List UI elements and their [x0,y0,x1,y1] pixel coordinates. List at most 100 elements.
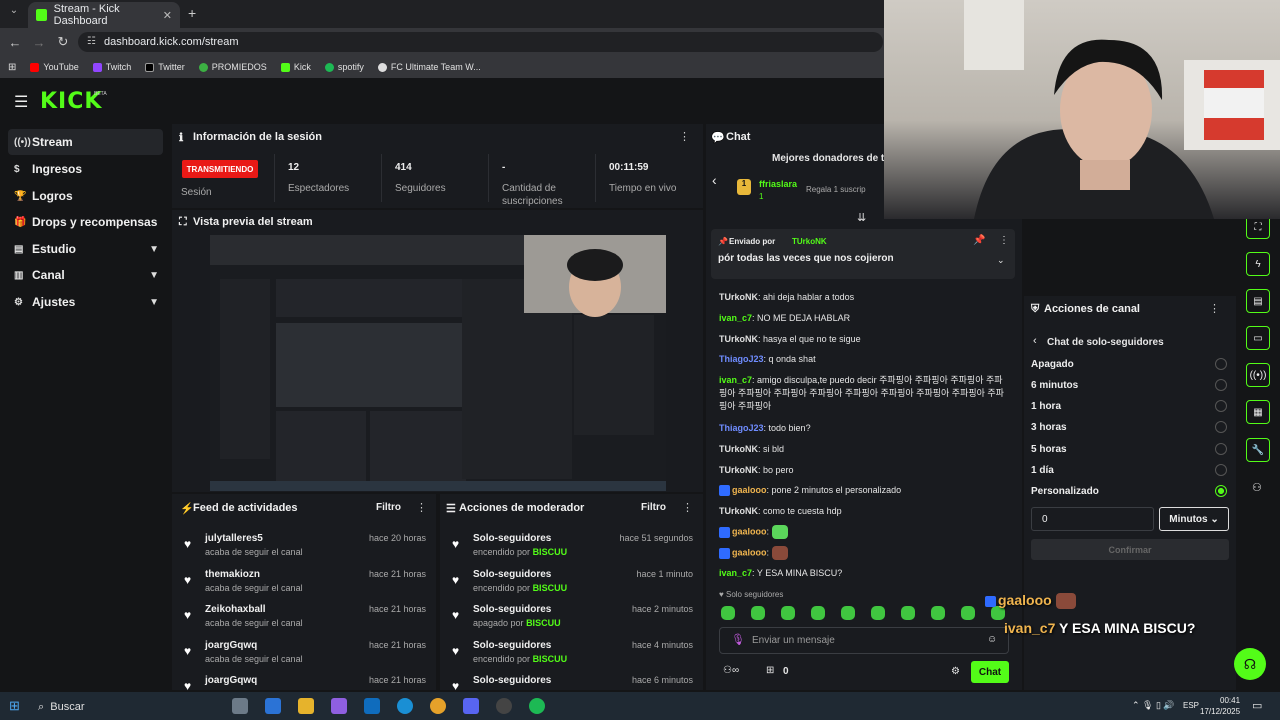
scroll-down-icon[interactable]: ⇊ [857,211,866,224]
feed-filter-button[interactable]: Filtro [376,502,401,513]
more-options-icon[interactable]: ⋮ [416,501,427,514]
spotify-icon[interactable] [529,698,545,714]
option-1-hora[interactable]: 1 hora [1031,401,1061,412]
edge-icon[interactable] [397,698,413,714]
close-tab-icon[interactable]: ✕ [163,9,172,22]
emote-icon[interactable] [751,606,765,620]
unpin-icon[interactable]: 📌 [973,235,985,246]
microphone-icon[interactable]: 🎙 [731,633,745,646]
option-1-dia[interactable]: 1 día [1031,465,1054,476]
emote-icon[interactable] [901,606,915,620]
support-icon[interactable]: ☊ [1234,648,1266,680]
discord-icon[interactable] [463,698,479,714]
duration-unit-select[interactable]: Minutos ⌄ [1159,507,1229,531]
radio-1-dia[interactable] [1215,464,1227,476]
browser-tab[interactable]: Stream - Kick Dashboard ✕ [28,2,180,28]
more-options-icon[interactable]: ⋮ [999,235,1009,246]
chevron-down-icon[interactable]: ⌄ [997,255,1005,266]
back-icon[interactable]: ← [3,35,27,50]
broadcast-icon[interactable]: ((•)) [1246,363,1270,387]
reload-icon[interactable]: ↻ [51,34,75,50]
sidebar-item-drops[interactable]: 🎁 Drops y recompensas [8,209,163,235]
language-indicator[interactable]: ESP [1183,701,1199,710]
followers-only-back-label[interactable]: Chat de solo-seguidores [1047,337,1164,348]
option-5-horas[interactable]: 5 horas [1031,444,1067,455]
more-options-icon[interactable]: ⋮ [1209,302,1220,315]
taskbar-clock[interactable]: 00:41 17/12/2025 [1200,695,1240,717]
tab-search-icon[interactable]: ⌄ [6,5,22,21]
new-tab-icon[interactable]: + [188,5,196,21]
chevron-left-icon[interactable]: ‹ [712,172,717,188]
more-options-icon[interactable]: ⋮ [679,130,690,143]
gift-icon[interactable]: ⊞ [766,665,774,676]
sidebar-item-estudio[interactable]: ▤ Estudio ▼ [8,236,163,262]
pinned-message: 📌 Enviado por TUrkoNK 📌 ⋮ pór todas las … [711,229,1015,279]
overlay-chat-line1: gaalooo [985,592,1076,610]
address-bar[interactable]: ☷ dashboard.kick.com/stream [78,32,883,52]
radio-personalizado[interactable] [1215,485,1227,497]
custom-duration-input[interactable]: 0 [1031,507,1154,531]
bookmark-twitter[interactable]: Twitter [145,62,185,72]
task-view-icon[interactable] [232,698,248,714]
store-icon[interactable] [265,698,281,714]
sidebar-item-ajustes[interactable]: ⚙ Ajustes ▼ [8,289,163,315]
taskbar-search[interactable]: ⌕ Buscar [30,696,220,718]
outlook-icon[interactable] [364,698,380,714]
copilot-icon[interactable] [331,698,347,714]
tray-icons[interactable]: ⌃ 🎙 ▯ 🔊 [1132,700,1175,711]
option-3-horas[interactable]: 3 horas [1031,422,1067,433]
bookmark-kick[interactable]: Kick [280,62,311,72]
forward-icon[interactable]: → [27,35,51,50]
emote-icon[interactable] [871,606,885,620]
emote-icon[interactable] [811,606,825,620]
group-icon[interactable]: ⚇ [1252,481,1262,494]
radio-3-horas[interactable] [1215,421,1227,433]
emoji-icon[interactable]: ☺ [987,634,997,645]
sidebar-item-ingresos[interactable]: $ Ingresos [8,156,163,182]
chat-settings-icon[interactable]: ⚙ [951,666,960,677]
sidebar-item-logros[interactable]: 🏆 Logros [8,183,163,209]
notifications-icon[interactable]: ▭ [1252,699,1262,712]
chat-icon[interactable]: ▭ [1246,326,1270,350]
bookmark-promiedos[interactable]: PROMIEDOS [198,62,267,72]
menu-icon[interactable]: ☰ [14,92,28,112]
site-info-icon[interactable]: ☷ [87,36,96,47]
users-icon[interactable]: ⚇∞ [723,665,739,676]
radio-apagado[interactable] [1215,358,1227,370]
chrome-icon[interactable] [430,698,446,714]
windows-start-icon[interactable]: ⊞ [9,698,20,714]
apps-icon[interactable]: ⊞ [8,62,16,73]
emote-icon[interactable] [781,606,795,620]
emote-icon[interactable] [931,606,945,620]
wrench-icon[interactable]: 🔧 [1246,438,1270,462]
chevron-left-icon[interactable]: ‹ [1033,335,1037,347]
activity-feed-panel: ⚡ Feed de actividades Filtro ⋮ ♥ julytall… [172,494,436,693]
option-6-minutos[interactable]: 6 minutos [1031,380,1078,391]
bolt-icon[interactable]: ϟ [1246,252,1270,276]
pinned-by-label: Enviado por [729,237,776,246]
sidebar-item-stream[interactable]: ((•)) Stream [8,129,163,155]
bookmark-youtube[interactable]: YouTube [30,62,79,72]
emote-icon[interactable] [721,606,735,620]
option-apagado[interactable]: Apagado [1031,359,1074,370]
radio-1-hora[interactable] [1215,400,1227,412]
chat-message-input[interactable]: Enviar un mensaje [719,627,1009,654]
document-icon[interactable]: ▤ [1246,289,1270,313]
more-options-icon[interactable]: ⋮ [682,501,693,514]
obs-icon[interactable] [496,698,512,714]
bookmark-twitch[interactable]: Twitch [92,62,131,72]
option-personalizado[interactable]: Personalizado [1031,486,1099,497]
chat-send-button[interactable]: Chat [971,661,1009,683]
emote-icon[interactable] [841,606,855,620]
radio-6-minutos[interactable] [1215,379,1227,391]
sidebar-item-canal[interactable]: ▥ Canal ▼ [8,262,163,288]
bookmark-fc-ultimate-team[interactable]: FC Ultimate Team W... [377,62,481,72]
emote-icon[interactable] [961,606,975,620]
radio-5-horas[interactable] [1215,443,1227,455]
bookmark-spotify[interactable]: spotify [324,62,364,72]
layout-icon[interactable]: ▦ [1246,400,1270,424]
mod-filter-button[interactable]: Filtro [641,502,666,513]
folder-icon[interactable] [298,698,314,714]
stream-preview-video[interactable] [210,235,666,491]
confirm-button[interactable]: Confirmar [1031,539,1229,560]
